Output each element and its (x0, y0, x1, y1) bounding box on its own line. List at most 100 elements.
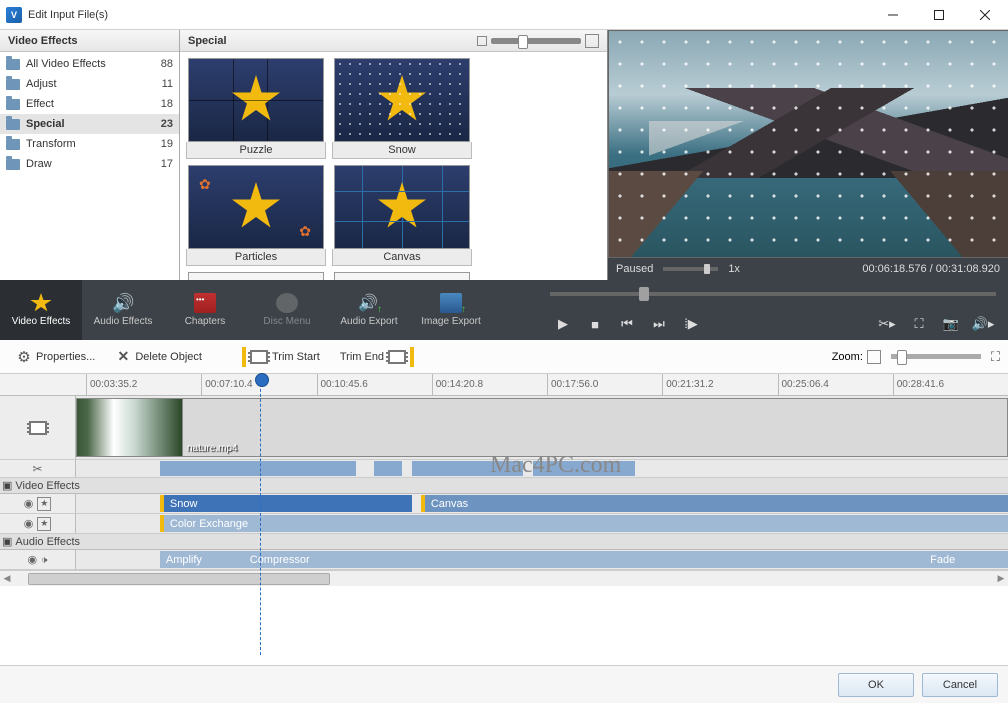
cut-track (0, 460, 1008, 478)
effect-clip-fade[interactable]: Fade (924, 551, 1008, 568)
folder-icon (6, 159, 20, 170)
preview-image[interactable] (608, 30, 1008, 258)
effect-clip-snow[interactable]: Snow (160, 495, 412, 512)
app-icon: V (6, 7, 22, 23)
clip-filename: nature.mp4 (183, 443, 238, 454)
close-button[interactable] (962, 0, 1008, 30)
tab-image-export[interactable]: Image Export (410, 280, 492, 340)
effect-thumb-puzzle[interactable]: Puzzle (186, 58, 326, 159)
thumb-size-large-icon[interactable] (585, 34, 599, 48)
image-export-icon (440, 293, 462, 313)
effect-thumb-canvas[interactable]: Canvas (332, 165, 472, 266)
trim-end-icon (410, 347, 414, 367)
stop-button[interactable]: ■ (582, 312, 608, 336)
effect-clip-compressor[interactable]: Compressor (244, 551, 924, 568)
thumb-size-small-icon[interactable] (477, 36, 487, 46)
zoom-slider[interactable] (891, 354, 981, 359)
properties-button[interactable]: Properties... (8, 344, 103, 370)
tab-audio-effects[interactable]: Audio Effects (82, 280, 164, 340)
disc-icon (276, 293, 298, 313)
tab-video-effects[interactable]: Video Effects (0, 280, 82, 340)
effect-clip-amplify[interactable]: Amplify (160, 551, 244, 568)
cut-segment[interactable] (412, 461, 524, 476)
fullscreen-button[interactable]: ⛶ (906, 312, 932, 336)
visibility-toggle[interactable] (24, 497, 34, 510)
preview-speed-slider[interactable] (663, 267, 718, 271)
timeline-toolbar: Properties... Delete Object Trim Start T… (0, 340, 1008, 374)
chapters-icon (194, 293, 216, 313)
play-button[interactable]: ▶ (550, 312, 576, 336)
clip-thumbnail (77, 399, 183, 456)
effect-clip-canvas[interactable]: Canvas (421, 495, 1008, 512)
scroll-left-arrow[interactable]: ◀ (0, 572, 14, 586)
delete-icon (115, 349, 131, 365)
category-adjust[interactable]: Adjust11 (0, 74, 179, 94)
folder-icon (6, 79, 20, 90)
audio-effect-icon (41, 554, 47, 566)
timeline: 00:03:35.2 00:07:10.4 00:10:45.6 00:14:2… (0, 374, 1008, 586)
thumb-size-slider[interactable] (491, 38, 581, 44)
zoom-fit-icon[interactable] (991, 349, 1000, 365)
cut-segment[interactable] (160, 461, 356, 476)
cut-segment[interactable] (374, 461, 402, 476)
trim-start-button[interactable]: Trim Start (234, 344, 328, 370)
category-transform[interactable]: Transform19 (0, 134, 179, 154)
sidebar-header: Video Effects (0, 30, 179, 52)
effect-thumb-more[interactable] (186, 272, 326, 280)
folder-icon (6, 119, 20, 130)
video-fx-track-2: Color Exchange (0, 514, 1008, 534)
playback-section-button[interactable]: ⁞▶ (678, 312, 704, 336)
cut-button[interactable]: ✂▸ (874, 312, 900, 336)
folder-icon (6, 59, 20, 70)
playhead[interactable] (260, 374, 261, 655)
film-icon (388, 350, 406, 364)
prev-frame-button[interactable]: ⏮ (614, 312, 640, 336)
main-toolbar: Video Effects Audio Effects Chapters Dis… (0, 280, 1008, 340)
effect-thumb-more[interactable] (332, 272, 472, 280)
film-icon (250, 350, 268, 364)
playback-speed: 1x (728, 263, 740, 275)
tab-audio-export[interactable]: Audio Export (328, 280, 410, 340)
tab-chapters[interactable]: Chapters (164, 280, 246, 340)
visibility-toggle[interactable] (28, 553, 38, 566)
preview-scrubber[interactable] (550, 292, 996, 296)
audio-effects-group-header[interactable]: ▣Audio Effects (0, 534, 1008, 550)
minimize-button[interactable] (870, 0, 916, 30)
trim-start-icon (242, 347, 246, 367)
maximize-button[interactable] (916, 0, 962, 30)
effect-thumb-particles[interactable]: Particles (186, 165, 326, 266)
video-effects-group-header[interactable]: ▣Video Effects (0, 478, 1008, 494)
effects-panel-header: Special (188, 35, 227, 47)
scrollbar-thumb[interactable] (28, 573, 330, 585)
video-clip[interactable]: nature.mp4 (76, 398, 1008, 457)
effect-clip-color-exchange[interactable]: Color Exchange (160, 515, 1008, 532)
category-effect[interactable]: Effect18 (0, 94, 179, 114)
category-all-video-effects[interactable]: All Video Effects88 (0, 54, 179, 74)
video-fx-track-1: Snow Canvas (0, 494, 1008, 514)
visibility-toggle[interactable] (24, 517, 34, 530)
video-track: nature.mp4 (0, 396, 1008, 460)
folder-icon (6, 99, 20, 110)
timeline-horizontal-scrollbar[interactable]: ◀ ▶ (0, 570, 1008, 586)
category-special[interactable]: Special23 (0, 114, 179, 134)
volume-button[interactable]: 🔊▸ (970, 312, 996, 336)
cancel-button[interactable]: Cancel (922, 673, 998, 697)
time-ruler[interactable]: 00:03:35.2 00:07:10.4 00:10:45.6 00:14:2… (0, 374, 1008, 396)
effects-thumbnail-panel: Special Puzzle Snow Particles Canvas (180, 30, 608, 280)
scroll-right-arrow[interactable]: ▶ (994, 572, 1008, 586)
audio-export-icon (358, 293, 380, 313)
trim-end-button[interactable]: Trim End (332, 344, 422, 370)
tab-disc-menu: Disc Menu (246, 280, 328, 340)
film-icon (29, 421, 47, 435)
playback-time: 00:06:18.576 / 00:31:08.920 (862, 263, 1000, 275)
snapshot-button[interactable]: 📷 (938, 312, 964, 336)
effect-thumb-snow[interactable]: Snow (332, 58, 472, 159)
delete-object-button[interactable]: Delete Object (107, 344, 210, 370)
cut-segment[interactable] (533, 461, 636, 476)
folder-icon (6, 139, 20, 150)
title-bar: V Edit Input File(s) (0, 0, 1008, 30)
zoom-out-icon[interactable] (867, 350, 881, 364)
category-draw[interactable]: Draw17 (0, 154, 179, 174)
ok-button[interactable]: OK (838, 673, 914, 697)
next-frame-button[interactable]: ⏭ (646, 312, 672, 336)
